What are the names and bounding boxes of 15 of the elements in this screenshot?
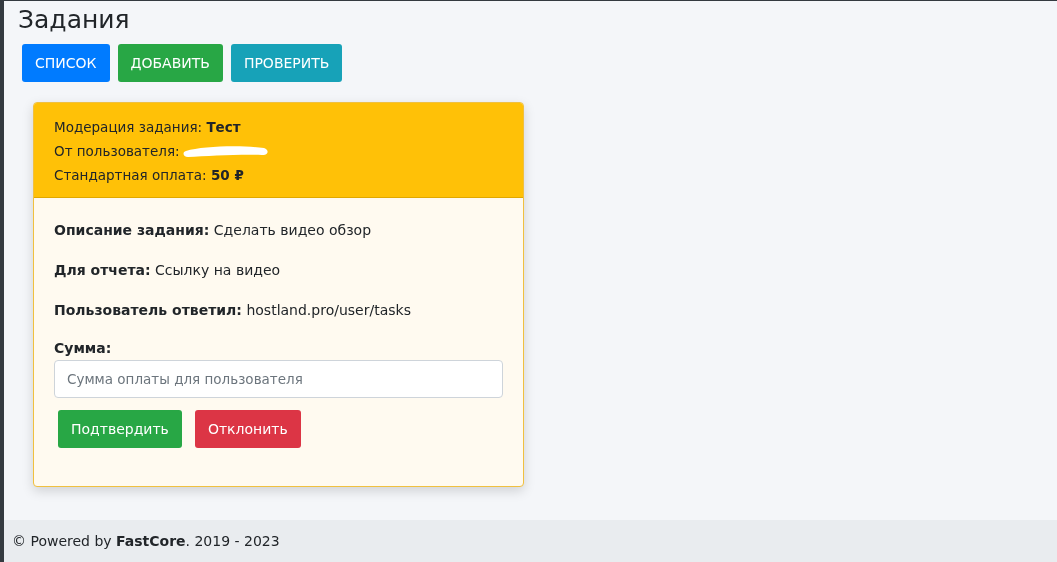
nav-button[interactable]: ДОБАВИТЬ [117, 44, 223, 82]
amount-field[interactable]: Сумма оплаты для пользователя [54, 360, 503, 398]
page-title: Задания [18, 5, 131, 34]
header-text: От пользователя: [54, 142, 180, 161]
footer-text: © Powered by FastCore. 2019 - 2023 [12, 533, 280, 549]
amount-label: Сумма: [54, 340, 113, 356]
action-button[interactable]: Отклонить [194, 410, 301, 448]
nav-button[interactable]: СПИСОК [22, 44, 110, 82]
detail-text: Описание задания: Сделать видео обзор [54, 222, 372, 238]
detail-text: Для отчета: Ссылку на видео [54, 262, 281, 278]
header-text: Стандартная оплата: 50 ₽ [54, 166, 244, 185]
action-button[interactable]: Подтвердить [58, 410, 182, 448]
detail-text: Пользователь ответил: hostland.pro/user/tasks [54, 302, 411, 318]
nav-button[interactable]: ПРОВЕРИТЬ [230, 44, 343, 82]
header-text: Модерация задания: Тест [54, 118, 241, 137]
